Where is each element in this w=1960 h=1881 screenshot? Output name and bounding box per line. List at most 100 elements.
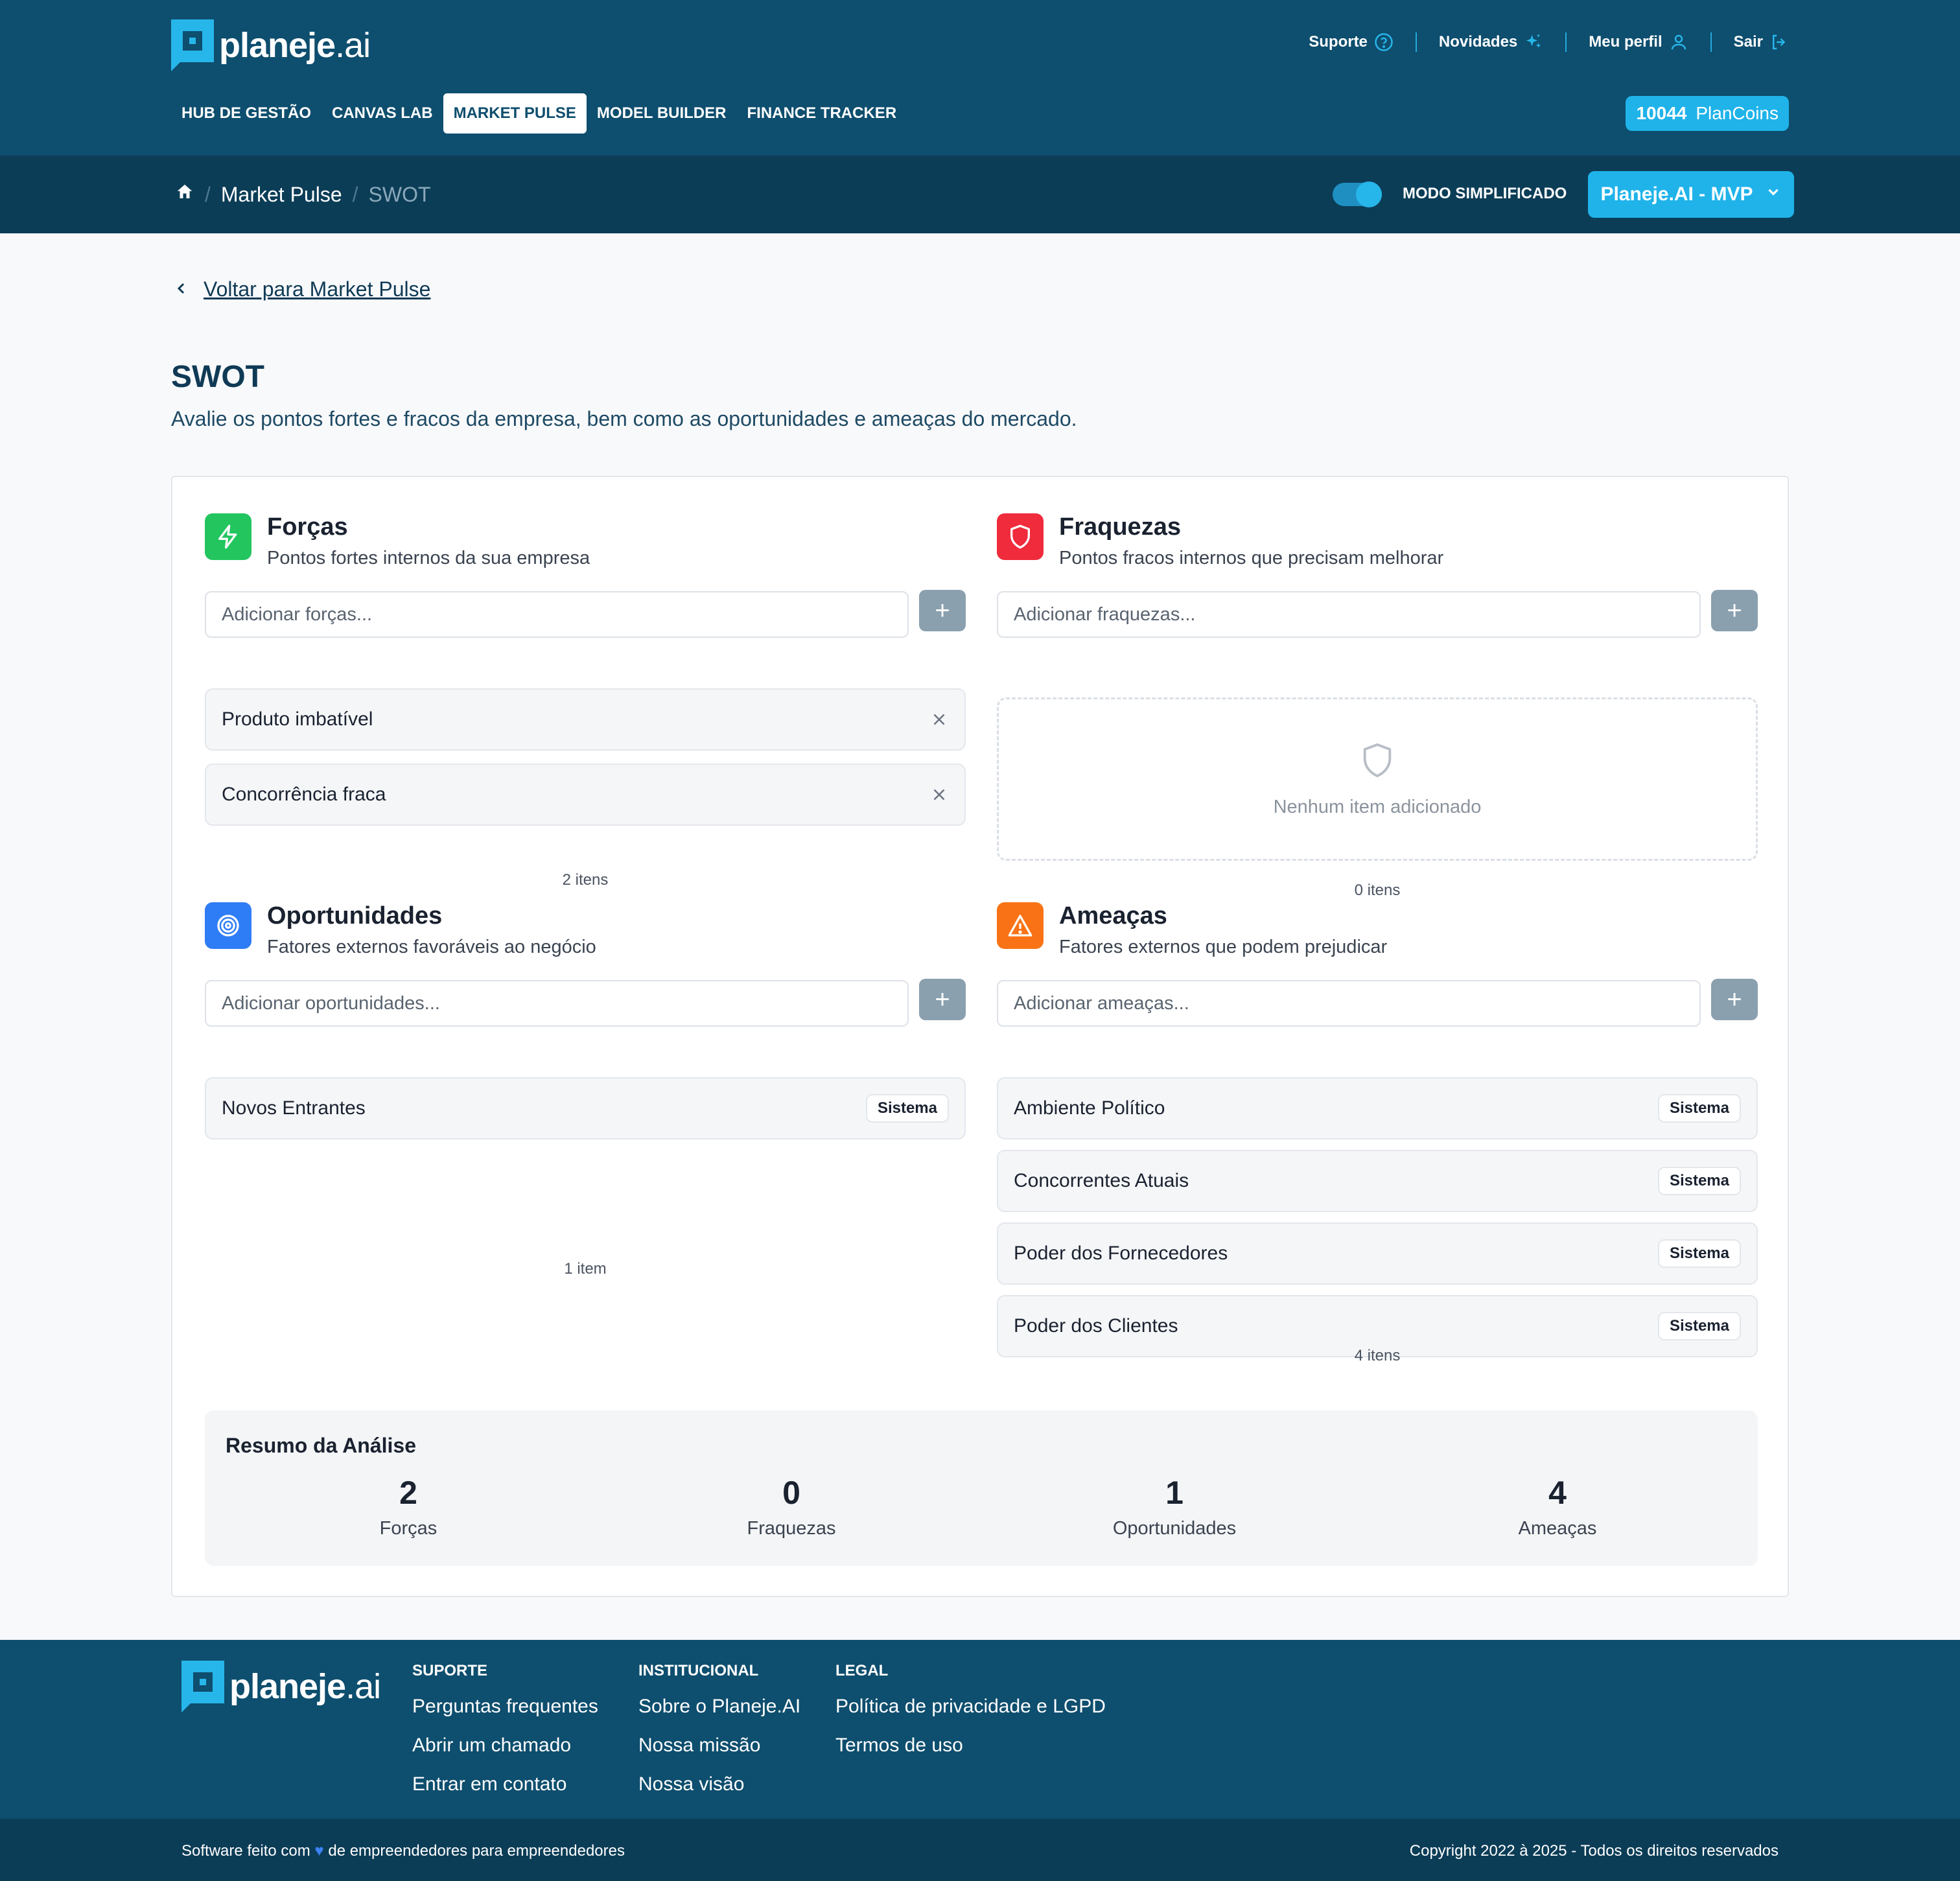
stat-label: Ameaças [1518, 1518, 1597, 1539]
summary-stat-threats: 4 Ameaças [1460, 1474, 1655, 1539]
page-subtitle: Avalie os pontos fortes e fracos da empr… [171, 407, 1077, 430]
simplified-mode-label: MODO SIMPLIFICADO [1403, 185, 1567, 202]
stat-value: 2 [399, 1475, 417, 1511]
summary-stat-strengths: 2 Forças [311, 1474, 506, 1539]
news-label: Novidades [1438, 33, 1518, 51]
opportunities-title: Oportunidades [267, 902, 443, 929]
logo-word: planeje [229, 1667, 346, 1706]
tab-hub-de-gestao[interactable]: HUB DE GESTÃO [171, 93, 321, 134]
footer-heading: INSTITUCIONAL [638, 1662, 759, 1679]
help-circle-icon [1374, 32, 1394, 52]
add-weakness-button[interactable]: + [1711, 590, 1758, 631]
weaknesses-empty-state: Nenhum item adicionado [997, 697, 1758, 861]
footer-logo[interactable]: planeje.ai [181, 1661, 381, 1712]
breadcrumb: / Market Pulse / SWOT [175, 156, 431, 233]
list-item: Poder dos Fornecedores Sistema [997, 1222, 1758, 1285]
tagline: Software feito com ♥ de empreendedores p… [181, 1842, 625, 1860]
home-icon[interactable] [175, 182, 194, 207]
tagline-before: Software feito com [181, 1842, 310, 1860]
weaknesses-title: Fraquezas [1059, 513, 1181, 541]
list-item: Concorrência fraca [205, 764, 966, 826]
project-selector[interactable]: Planeje.AI - MVP [1588, 171, 1794, 218]
chevron-down-icon [1765, 183, 1782, 205]
close-icon[interactable] [929, 710, 949, 729]
stat-value: 1 [1165, 1475, 1184, 1511]
strengths-quadrant: Forças Pontos fortes internos da sua emp… [205, 513, 966, 889]
threat-item-label: Ambiente Político [1014, 1097, 1165, 1119]
back-link-label: Voltar para Market Pulse [204, 277, 431, 301]
breadcrumb-current: SWOT [368, 182, 431, 206]
analysis-summary: Resumo da Análise 2 Forças 0 Fraquezas 1… [205, 1410, 1758, 1566]
summary-stat-weaknesses: 0 Fraquezas [694, 1474, 889, 1539]
simplified-mode-toggle[interactable] [1333, 181, 1382, 207]
tab-market-pulse[interactable]: MARKET PULSE [443, 93, 587, 134]
opportunity-item-label: Novos Entrantes [222, 1097, 366, 1119]
tagline-after: de empreendedores para empreendedores [328, 1842, 625, 1860]
add-strength-button[interactable]: + [919, 590, 966, 631]
system-badge: Sistema [1657, 1094, 1741, 1123]
footer-col-support: SUPORTE Perguntas frequentes Abrir um ch… [412, 1662, 598, 1812]
strength-item-label: Produto imbatível [222, 708, 373, 730]
warning-triangle-icon [997, 902, 1044, 949]
weaknesses-quadrant: Fraquezas Pontos fracos internos que pre… [997, 513, 1758, 899]
footer-link[interactable]: Política de privacidade e LGPD [835, 1696, 1106, 1718]
tab-finance-tracker[interactable]: FINANCE TRACKER [736, 93, 907, 134]
shield-icon [997, 513, 1044, 560]
footer: planeje.ai SUPORTE Perguntas frequentes … [0, 1640, 1960, 1819]
weaknesses-count: 0 itens [1354, 882, 1401, 899]
add-threat-button[interactable]: + [1711, 979, 1758, 1020]
logout-icon [1769, 32, 1789, 52]
threats-title: Ameaças [1059, 902, 1167, 929]
plancoins-badge[interactable]: 10044 PlanCoins [1626, 96, 1789, 131]
logo-suffix: .ai [335, 26, 371, 65]
strengths-input[interactable] [205, 591, 909, 638]
opportunities-input[interactable] [205, 980, 909, 1027]
system-badge: Sistema [865, 1094, 949, 1123]
footer-link[interactable]: Sobre o Planeje.AI [638, 1696, 800, 1718]
summary-stat-opportunities: 1 Oportunidades [1077, 1474, 1272, 1539]
stat-label: Forças [379, 1518, 438, 1539]
add-opportunity-button[interactable]: + [919, 979, 966, 1020]
planeje-logo[interactable]: planeje.ai [171, 19, 371, 71]
logout-link[interactable]: Sair [1734, 32, 1789, 52]
list-item: Novos Entrantes Sistema [205, 1077, 966, 1139]
stat-label: Fraquezas [747, 1518, 836, 1539]
footer-link[interactable]: Entrar em contato [412, 1773, 598, 1795]
footer-link[interactable]: Abrir um chamado [412, 1735, 598, 1757]
support-label: Suporte [1309, 33, 1368, 51]
list-item: Produto imbatível [205, 688, 966, 751]
list-item: Concorrentes Atuais Sistema [997, 1150, 1758, 1212]
opportunities-quadrant: Oportunidades Fatores externos favorávei… [205, 902, 966, 1291]
breadcrumb-market-pulse[interactable]: Market Pulse [221, 183, 342, 207]
footer-heading: LEGAL [835, 1662, 889, 1679]
footer-link[interactable]: Nossa visão [638, 1773, 800, 1795]
footer-link[interactable]: Termos de uso [835, 1735, 1106, 1757]
footer-col-legal: LEGAL Política de privacidade e LGPD Ter… [835, 1662, 1106, 1773]
bottom-bar: Software feito com ♥ de empreendedores p… [0, 1819, 1960, 1881]
threats-quadrant: Ameaças Fatores externos que podem preju… [997, 902, 1758, 1357]
plancoins-label: PlanCoins [1696, 103, 1779, 123]
lightning-icon [205, 513, 251, 560]
top-links: Suporte Novidades Meu perfil Sair [1309, 32, 1789, 52]
footer-link[interactable]: Nossa missão [638, 1735, 800, 1757]
system-badge: Sistema [1657, 1312, 1741, 1340]
profile-link[interactable]: Meu perfil [1589, 32, 1688, 52]
threats-input[interactable] [997, 980, 1701, 1027]
shield-outline-icon [1359, 740, 1396, 784]
support-link[interactable]: Suporte [1309, 32, 1394, 52]
tab-model-builder[interactable]: MODEL BUILDER [587, 93, 737, 134]
stat-label: Oportunidades [1112, 1518, 1237, 1539]
back-link[interactable]: Voltar para Market Pulse [174, 277, 430, 301]
weaknesses-input[interactable] [997, 591, 1701, 638]
footer-link[interactable]: Perguntas frequentes [412, 1696, 598, 1718]
strengths-title: Forças [267, 513, 348, 541]
system-badge: Sistema [1657, 1167, 1741, 1195]
logout-label: Sair [1733, 33, 1763, 51]
tab-canvas-lab[interactable]: CANVAS LAB [321, 93, 443, 134]
heart-icon: ♥ [314, 1842, 324, 1860]
top-header: planeje.ai Suporte Novidades Meu perfil … [0, 0, 1960, 156]
logo-mark-icon [171, 19, 214, 71]
news-link[interactable]: Novidades [1439, 32, 1543, 52]
empty-state-text: Nenhum item adicionado [1273, 797, 1482, 817]
close-icon[interactable] [929, 785, 949, 804]
